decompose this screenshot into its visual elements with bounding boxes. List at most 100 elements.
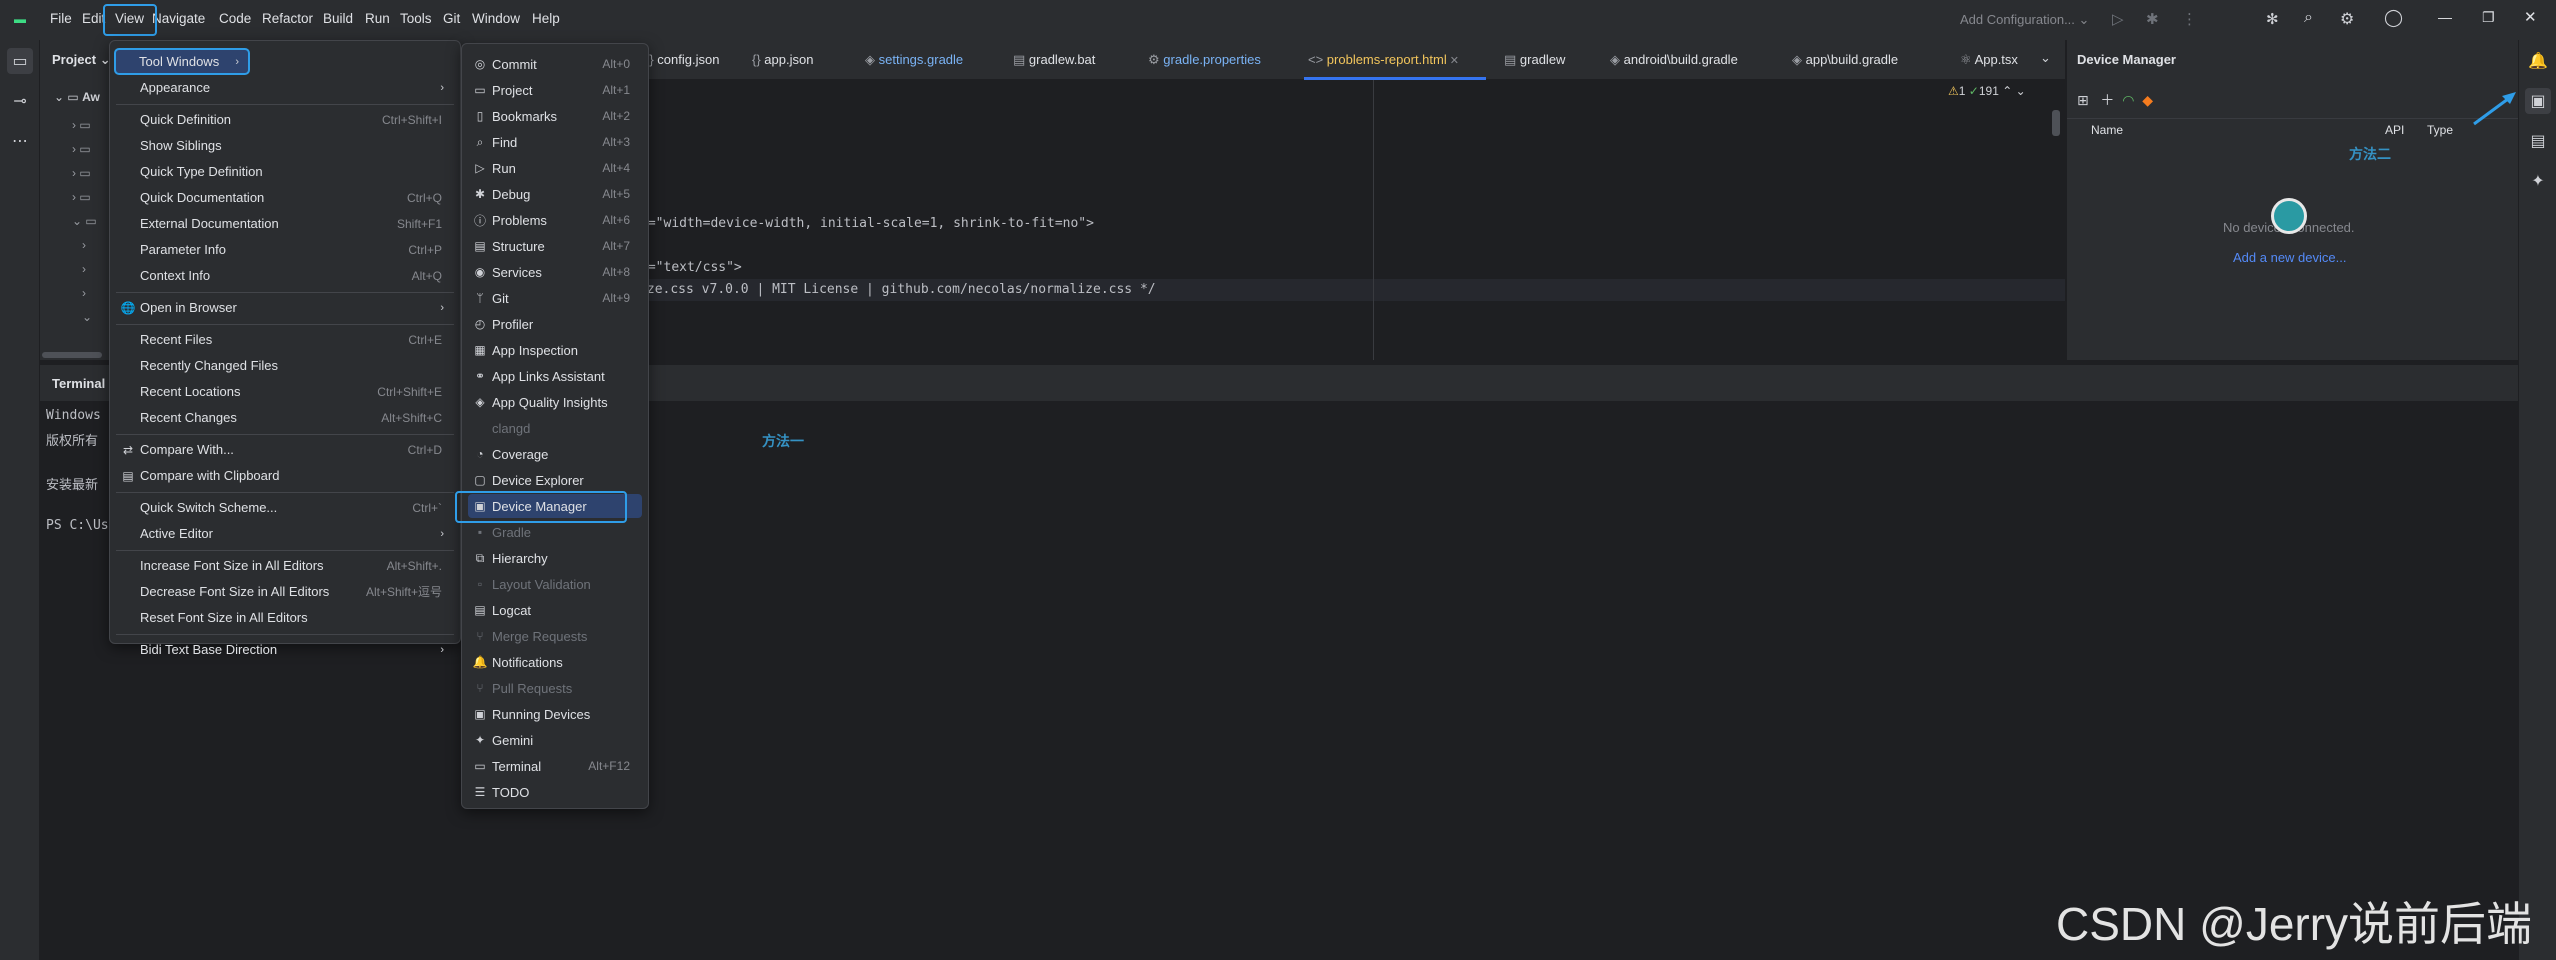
tab-9[interactable]: ⚛ App.tsx [1960,52,2018,68]
close-icon[interactable]: ✕ [2524,8,2537,26]
inspection-widget[interactable]: ⚠1 ✓191 ⌃ ⌄ [1948,84,2026,98]
tool-window-item[interactable]: ▣ Running Devices [468,702,642,726]
tree-root[interactable]: ⌄ ▭ Aw [54,90,100,104]
tool-window-item[interactable]: ⌕ Find Alt+3 [468,130,642,154]
tool-window-item[interactable]: ▢ Device Explorer [468,468,642,492]
view-menu-item[interactable]: Parameter Info Ctrl+P [116,237,454,262]
tab-4[interactable]: ⚙ gradle.properties [1148,52,1261,68]
menu-navigate[interactable]: Navigate [152,11,205,26]
col-api[interactable]: API [2385,123,2404,137]
tab-0[interactable]: {} config.json [645,52,719,67]
gear-icon[interactable]: ⚙ [2340,9,2354,29]
menu-refactor[interactable]: Refactor [262,11,313,26]
tool-window-item[interactable]: ☰ TODO [468,780,642,804]
horizontal-scrollbar[interactable] [42,352,102,358]
tool-window-item[interactable]: ◉ Services Alt+8 [468,260,642,284]
menu-run[interactable]: Run [365,11,390,26]
tool-window-item[interactable]: ◈ App Quality Insights [468,390,642,414]
view-menu-item[interactable]: Recent Locations Ctrl+Shift+E [116,379,454,404]
device-manager-icon[interactable]: ▣ [2525,88,2551,114]
ai-assistant-icon[interactable]: ✻ [2266,10,2279,28]
menu-git[interactable]: Git [443,11,460,26]
project-panel-title[interactable]: Project ⌄ [52,52,111,68]
view-menu-item[interactable]: Bidi Text Base Direction › [116,637,454,662]
view-menu-item[interactable]: Quick Definition Ctrl+Shift+I [116,107,454,132]
tool-window-item[interactable]: ▦ App Inspection [468,338,642,362]
debug-icon[interactable]: ✱ [2146,10,2159,28]
more-icon[interactable]: ⋮ [2182,10,2197,28]
more-tools-icon[interactable]: ⋯ [7,128,33,154]
menu-tools[interactable]: Tools [400,11,432,26]
view-menu-item[interactable]: Quick Documentation Ctrl+Q [116,185,454,210]
tab-8[interactable]: ◈ app\build.gradle [1792,52,1898,68]
tool-window-item[interactable]: ✦ Gemini [468,728,642,752]
device-filter-icon[interactable]: ⊞ [2077,92,2089,108]
view-menu-item[interactable]: Recently Changed Files [116,353,454,378]
view-menu-item[interactable]: Recent Changes Alt+Shift+C [116,405,454,430]
editor-scrollbar[interactable] [2052,110,2060,136]
restore-icon[interactable]: ❐ [2482,9,2495,26]
code-editor[interactable]: ⚠1 ✓191 ⌃ ⌄ html>g="en">equired meta tag… [460,80,2065,364]
add-device-icon[interactable]: ＋ [2100,92,2114,108]
view-menu-item[interactable]: Increase Font Size in All Editors Alt+Shi… [116,553,454,578]
menu-build[interactable]: Build [323,11,353,26]
menu-code[interactable]: Code [219,11,251,26]
view-menu-item[interactable]: Show Siblings [116,133,454,158]
tab-5[interactable]: <> problems-report.html ✕ [1308,52,1459,67]
tool-window-item[interactable]: ▯ Bookmarks Alt+2 [468,104,642,128]
view-menu-item[interactable]: Quick Switch Scheme... Ctrl+` [116,495,454,520]
project-folder-icon[interactable]: ▭ [7,48,33,74]
search-icon[interactable]: ⌕ [2304,9,2313,27]
tab-close-icon[interactable]: ✕ [1447,55,1459,67]
view-menu-item[interactable]: External Documentation Shift+F1 [116,211,454,236]
view-menu-item[interactable]: Reset Font Size in All Editors [116,605,454,630]
gemini-icon[interactable]: ✦ [2525,168,2551,194]
menu-edit[interactable]: Edit [82,11,105,26]
tool-window-item[interactable]: ᛘ Git Alt+9 [468,286,642,310]
tool-window-item[interactable]: ▭ Terminal Alt+F12 [468,754,642,778]
tab-6[interactable]: ▤ gradlew [1504,52,1565,68]
run-icon[interactable]: ▷ [2112,10,2124,28]
menu-window[interactable]: Window [472,11,520,26]
view-menu-item[interactable]: Recent Files Ctrl+E [116,327,454,352]
tool-window-item[interactable]: ▷ Run Alt+4 [468,156,642,180]
tool-window-item[interactable]: ▤ Structure Alt+7 [468,234,642,258]
view-menu-item[interactable]: Quick Type Definition [116,159,454,184]
tool-window-item[interactable]: 🔔 Notifications [468,650,642,674]
view-menu-item[interactable]: 🌐 Open in Browser › [116,295,454,320]
tabs-dropdown-icon[interactable]: ⌄ [2040,50,2051,66]
minimize-icon[interactable]: — [2438,9,2452,25]
tool-window-item[interactable]: ⓘ Problems Alt+6 [468,208,642,232]
view-menu-item[interactable]: ▤ Compare with Clipboard [116,463,454,488]
running-devices-icon[interactable]: ▤ [2525,128,2551,154]
col-name[interactable]: Name [2091,123,2123,137]
tab-7[interactable]: ◈ android\build.gradle [1610,52,1738,68]
tab-1[interactable]: {} app.json [752,52,813,67]
tool-window-item[interactable]: ◔ Coverage [468,442,642,466]
tool-window-item[interactable]: ▭ Project Alt+1 [468,78,642,102]
tab-3[interactable]: ▤ gradlew.bat [1013,52,1095,68]
menu-help[interactable]: Help [532,11,560,26]
add-new-device-link[interactable]: Add a new device... [2233,250,2346,265]
view-menu-item[interactable]: Decrease Font Size in All Editors Alt+Shi… [116,579,454,604]
tool-window-item[interactable]: ▤ Logcat [468,598,642,622]
notifications-icon[interactable]: 🔔 [2525,48,2551,74]
view-menu-item[interactable]: Appearance › [116,75,454,100]
project-tree[interactable]: › ▭ › ▭ › ▭ › ▭ ⌄ ▭ › › › ⌄ [72,113,97,329]
firebase-icon[interactable]: ◆ [2142,92,2153,108]
tool-window-item[interactable]: ⚭ App Links Assistant [468,364,642,388]
run-configuration-selector[interactable]: Add Configuration... ⌄ [1960,12,2089,28]
menu-file[interactable]: File [50,11,72,26]
tab-2[interactable]: ◈ settings.gradle [865,52,963,68]
wifi-pair-icon[interactable]: ◠ [2122,92,2134,108]
account-icon[interactable]: ◯ [2384,8,2403,28]
view-menu-item[interactable]: Tool Windows › [114,48,250,75]
tool-window-item[interactable]: ◎ Commit Alt+0 [468,52,642,76]
terminal-title[interactable]: Terminal [52,376,105,391]
col-type[interactable]: Type [2427,123,2453,137]
tool-window-item[interactable]: ✱ Debug Alt+5 [468,182,642,206]
tool-window-item[interactable]: ◴ Profiler [468,312,642,336]
view-menu-item[interactable]: Active Editor › [116,521,454,546]
view-menu-item[interactable]: ⇄ Compare With... Ctrl+D [116,437,454,462]
commit-icon[interactable]: ⊸ [7,88,33,114]
